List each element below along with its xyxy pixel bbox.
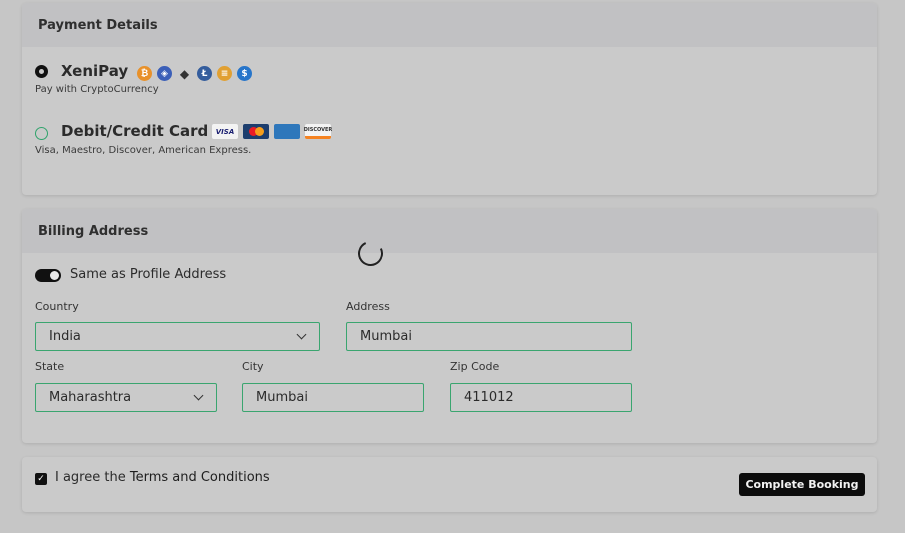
state-value: Maharashtra — [49, 390, 132, 405]
visa-logo-icon: VISA — [212, 124, 238, 139]
amex-logo-icon — [274, 124, 300, 139]
country-value: India — [49, 329, 81, 344]
country-label: Country — [35, 300, 79, 313]
xenipay-subtitle: Pay with CryptoCurrency — [35, 84, 159, 95]
terms-text: I agree the Terms and Conditions — [55, 470, 270, 485]
state-select[interactable]: Maharashtra — [35, 383, 217, 412]
card-radio[interactable] — [35, 127, 48, 140]
usdc-icon: $ — [237, 66, 252, 81]
zip-code-value: 411012 — [464, 390, 514, 405]
chevron-down-icon — [296, 329, 307, 340]
litecoin-icon: Ł — [197, 66, 212, 81]
address-label: Address — [346, 300, 390, 313]
same-as-profile-toggle[interactable] — [35, 269, 61, 282]
payment-details-card: Payment Details XeniPay ₿ ◈ ◆ Ł ≡ $ Pay … — [22, 3, 877, 195]
xenipay-radio[interactable] — [35, 65, 48, 78]
ethereum-icon: ◆ — [179, 66, 190, 81]
xenipay-title: XeniPay — [61, 62, 129, 80]
terms-prefix: I agree the — [55, 470, 130, 485]
country-select[interactable]: India — [35, 322, 320, 351]
billing-address-card: Billing Address Same as Profile Address … — [22, 209, 877, 443]
terms-card: ✓ I agree the Terms and Conditions Compl… — [22, 457, 877, 512]
card-title: Debit/Credit Card — [61, 122, 209, 140]
chevron-down-icon — [193, 390, 204, 401]
address-input[interactable]: Mumbai — [346, 322, 632, 351]
card-subtitle: Visa, Maestro, Discover, American Expres… — [35, 145, 252, 156]
coin-blue-icon: ◈ — [157, 66, 172, 81]
same-as-profile-label: Same as Profile Address — [70, 267, 227, 282]
city-input[interactable]: Mumbai — [242, 383, 424, 412]
city-value: Mumbai — [256, 390, 308, 405]
terms-checkbox[interactable]: ✓ — [35, 473, 47, 485]
discover-logo-icon: DISCOVER — [304, 124, 332, 139]
zip-code-label: Zip Code — [450, 360, 500, 373]
payment-details-header: Payment Details — [22, 3, 877, 47]
terms-link[interactable]: Terms and Conditions — [130, 470, 270, 485]
zip-code-input[interactable]: 411012 — [450, 383, 632, 412]
city-label: City — [242, 360, 264, 373]
address-value: Mumbai — [360, 329, 412, 344]
billing-address-header: Billing Address — [22, 209, 877, 253]
coin-orange-icon: ≡ — [217, 66, 232, 81]
complete-booking-button[interactable]: Complete Booking — [739, 473, 865, 496]
mastercard-logo-icon — [243, 124, 269, 139]
state-label: State — [35, 360, 65, 373]
bitcoin-icon: ₿ — [137, 66, 152, 81]
